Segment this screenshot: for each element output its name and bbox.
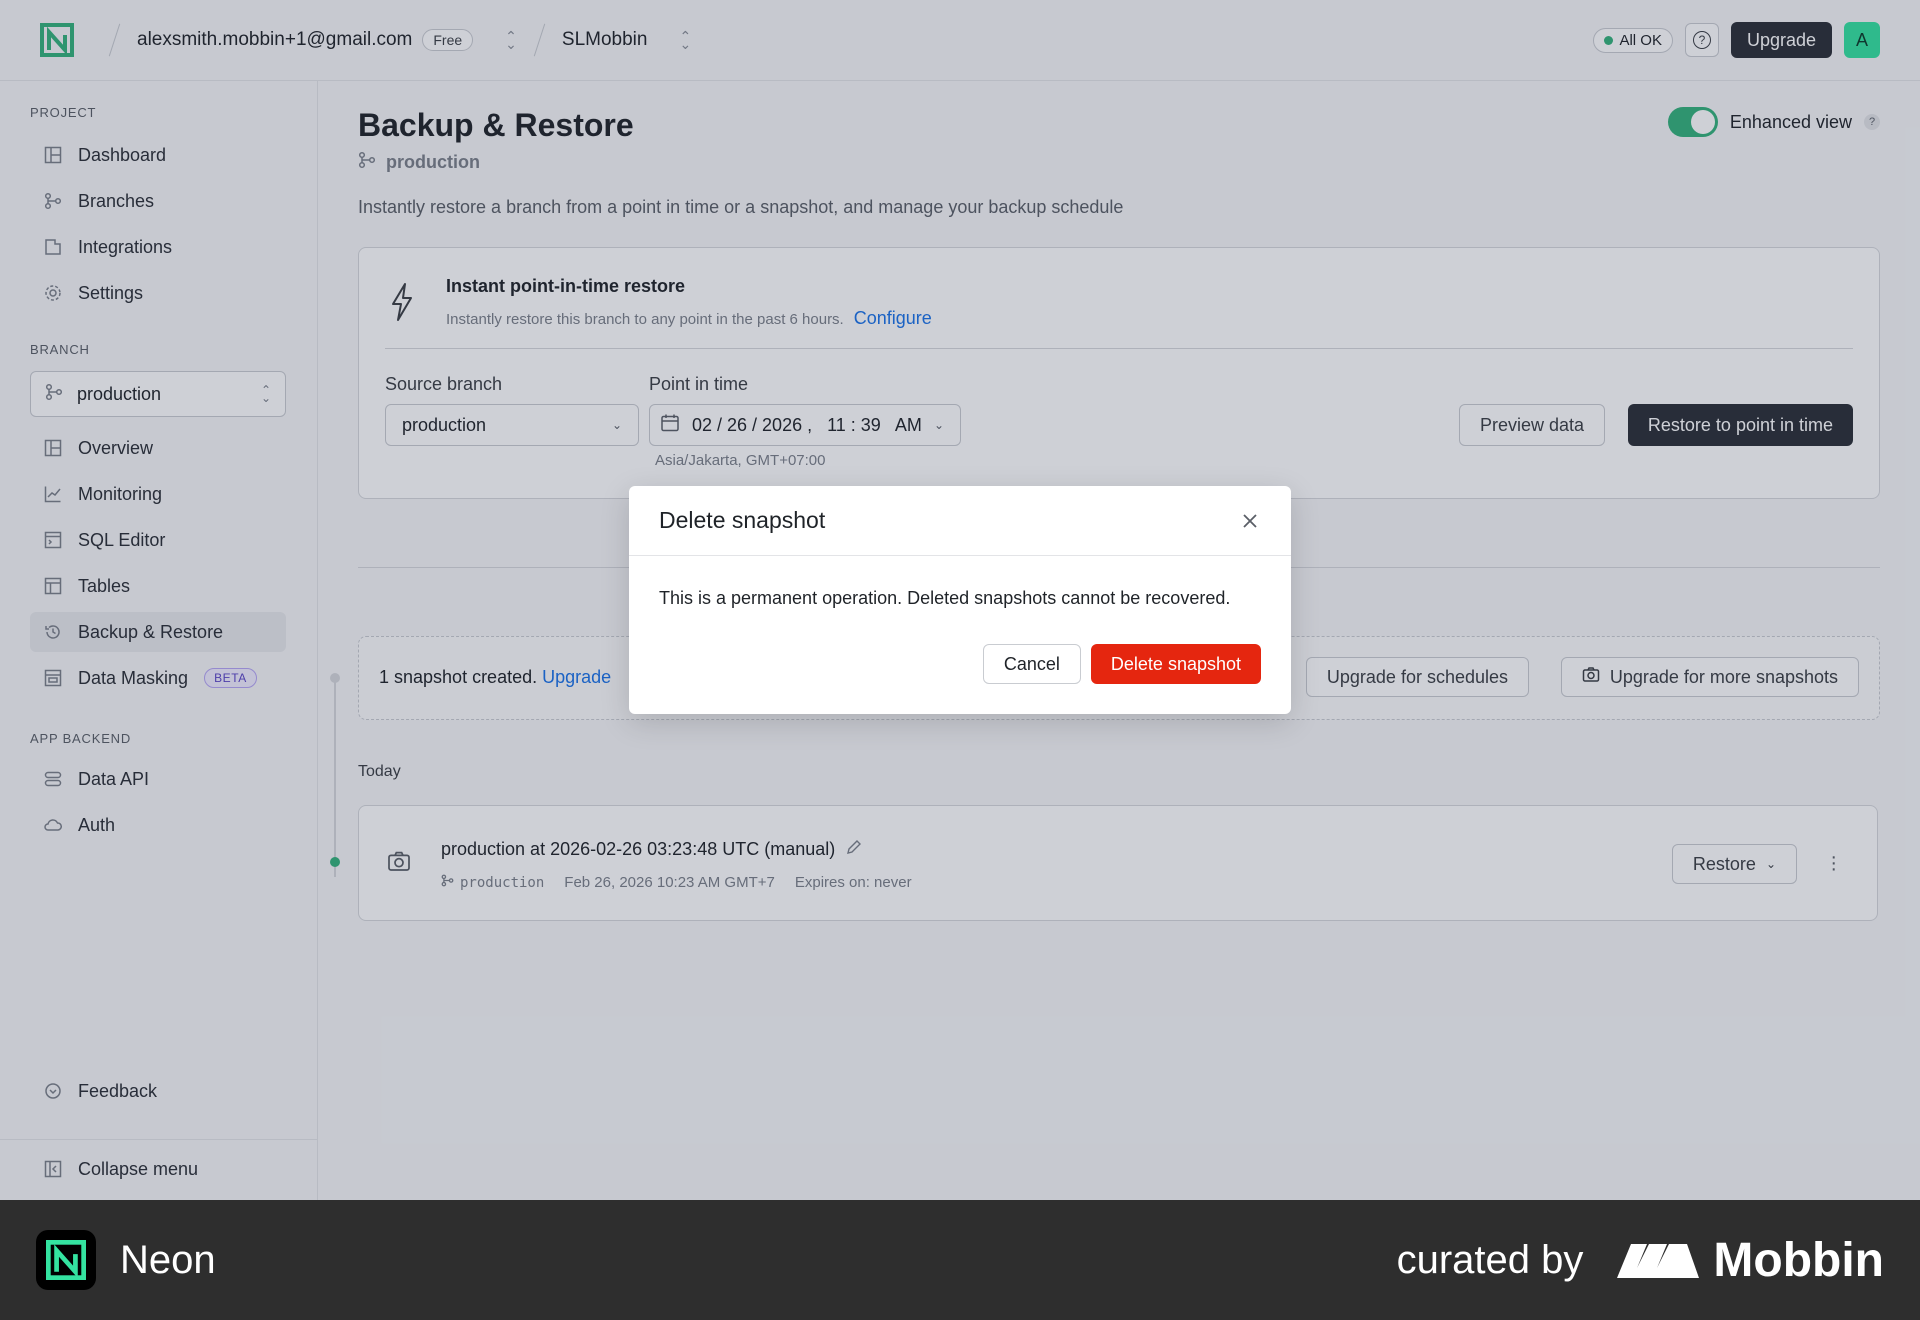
mobbin-name: Mobbin	[1713, 1233, 1884, 1287]
dialog-actions: Cancel Delete snapshot	[982, 644, 1261, 684]
delete-snapshot-dialog: Delete snapshot This is a permanent oper…	[629, 486, 1291, 714]
neon-app-logo-icon	[36, 1230, 96, 1290]
curation-footer: Neon curated by Mobbin	[0, 1200, 1920, 1320]
cancel-button[interactable]: Cancel	[982, 644, 1081, 684]
app-name: Neon	[120, 1237, 216, 1282]
dialog-header: Delete snapshot	[629, 486, 1291, 556]
mobbin-logo-icon	[1617, 1244, 1700, 1278]
curated-by: curated by Mobbin	[1397, 1233, 1884, 1288]
delete-snapshot-button[interactable]: Delete snapshot	[1090, 644, 1261, 684]
dialog-title: Delete snapshot	[659, 507, 826, 533]
app-root: alexsmith.mobbin+1@gmail.com Free ⌃ ⌄ SLM…	[0, 0, 1920, 1200]
curated-by-text: curated by	[1396, 1237, 1584, 1282]
close-icon[interactable]	[1239, 510, 1261, 532]
dialog-body: This is a permanent operation. Deleted s…	[659, 588, 1231, 608]
mobbin-brand: Mobbin	[1617, 1233, 1884, 1288]
